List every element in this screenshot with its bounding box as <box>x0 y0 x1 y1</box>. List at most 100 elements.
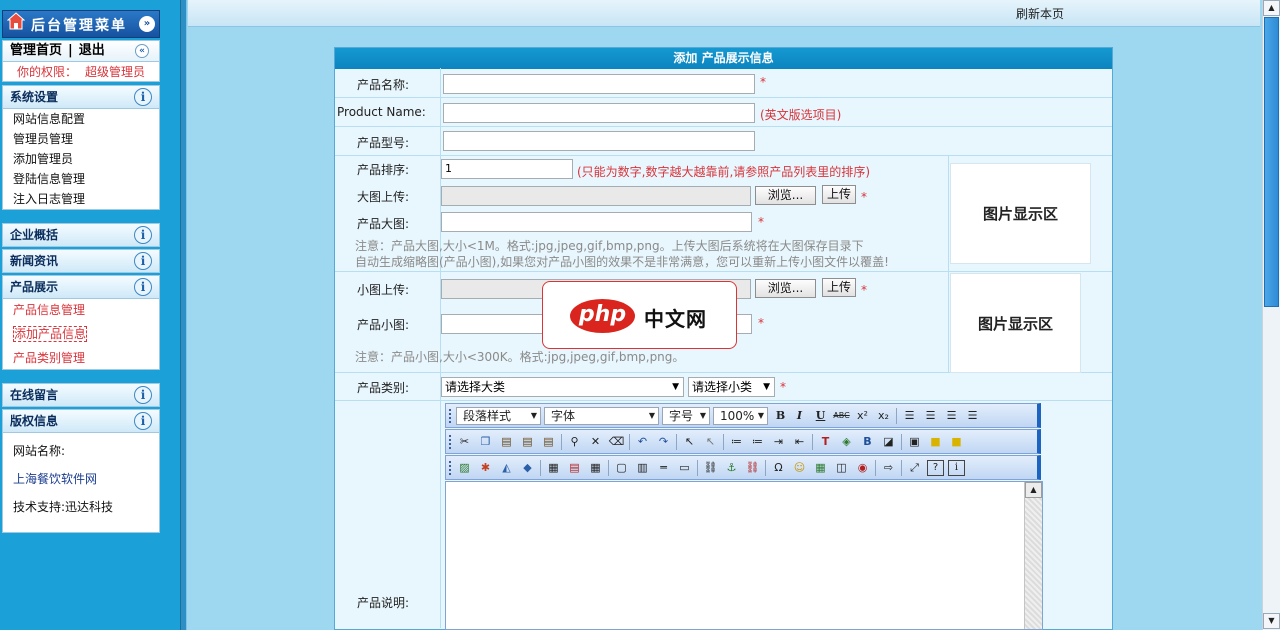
insert-file-icon[interactable]: ◆ <box>519 460 536 476</box>
menu-item-add-product[interactable]: 添加产品信息 <box>3 324 159 348</box>
page-scrollbar[interactable]: ▲ ▼ <box>1262 0 1280 630</box>
copy-icon[interactable]: ❐ <box>477 434 494 450</box>
menu-section-products[interactable]: 产品展示 i <box>2 275 160 299</box>
home-link[interactable]: 管理首页 <box>10 43 62 58</box>
outdent-icon[interactable]: ⇤ <box>791 434 808 450</box>
toolbar-grip[interactable] <box>449 435 452 449</box>
insert-excel-icon[interactable]: ▦ <box>812 460 829 476</box>
special-char-icon[interactable]: Ω <box>770 460 787 476</box>
sidebar-collapse-icon[interactable]: « <box>135 44 149 58</box>
about-icon[interactable]: i <box>948 460 965 476</box>
insert-date-icon[interactable]: ◫ <box>833 460 850 476</box>
product-name-input[interactable] <box>443 74 755 94</box>
menu-section-copyright[interactable]: 版权信息 i <box>2 409 160 433</box>
product-order-input[interactable]: 1 <box>441 159 573 179</box>
unlink-icon[interactable]: ⛓ <box>744 460 761 476</box>
insert-box-icon[interactable]: ■ <box>927 434 944 450</box>
smallimg-browse-button[interactable]: 浏览... <box>755 279 816 298</box>
insert-flash-icon[interactable]: ✱ <box>477 460 494 476</box>
menu-item-category-manage[interactable]: 产品类别管理 <box>3 348 159 368</box>
paste-icon[interactable]: ▤ <box>498 434 515 450</box>
import-icon[interactable]: ⇨ <box>880 460 897 476</box>
undo-icon[interactable]: ↶ <box>634 434 651 450</box>
help-icon[interactable]: ? <box>927 460 944 476</box>
info-icon[interactable]: i <box>134 386 152 404</box>
italic-icon[interactable]: I <box>791 408 808 424</box>
bg-color-icon[interactable]: ◈ <box>838 434 855 450</box>
menu-section-message[interactable]: 在线留言 i <box>2 383 160 407</box>
editor-content-area[interactable]: ▲ <box>445 481 1043 630</box>
underline-icon[interactable]: U <box>812 408 829 424</box>
menu-item-product-manage[interactable]: 产品信息管理 <box>3 300 159 324</box>
insert-media-icon[interactable]: ◭ <box>498 460 515 476</box>
marquee-icon[interactable]: ▭ <box>676 460 693 476</box>
info-icon[interactable]: i <box>134 278 152 296</box>
zoom-select[interactable]: 100% ▼ <box>713 407 768 425</box>
info-icon[interactable]: i <box>134 88 152 106</box>
bigimg-file-input[interactable] <box>441 186 751 206</box>
insert-frame-icon[interactable]: ▢ <box>613 460 630 476</box>
editor-scrollbar[interactable]: ▲ <box>1024 482 1042 629</box>
insert-image-icon[interactable]: ▨ <box>456 460 473 476</box>
scroll-up-icon[interactable]: ▲ <box>1025 482 1042 498</box>
menu-collapse-icon[interactable]: » <box>139 16 155 32</box>
menu-item-add-admin[interactable]: 添加管理员 <box>3 149 159 169</box>
strikethrough-icon[interactable]: ABC <box>833 408 850 424</box>
paragraph-style-select[interactable]: 段落样式 ▼ <box>456 407 541 425</box>
info-icon[interactable]: i <box>134 412 152 430</box>
bigimg-path-input[interactable] <box>441 212 752 232</box>
horizontal-rule-icon[interactable]: ═ <box>655 460 672 476</box>
menu-section-system[interactable]: 系统设置 i <box>2 85 160 109</box>
category-main-select[interactable]: 请选择大类 ▼ <box>441 377 684 397</box>
subscript-icon[interactable]: x₂ <box>875 408 892 424</box>
info-icon[interactable]: i <box>134 252 152 270</box>
paste-text-icon[interactable]: ▤ <box>519 434 536 450</box>
menu-item-site-config[interactable]: 网站信息配置 <box>3 109 159 129</box>
scroll-down-icon[interactable]: ▼ <box>1263 613 1280 629</box>
smallimg-upload-button[interactable]: 上传 <box>822 278 856 297</box>
align-left-icon[interactable]: ☰ <box>901 408 918 424</box>
fullscreen-icon[interactable]: ⤢ <box>906 460 923 476</box>
bold-icon[interactable]: B <box>772 408 789 424</box>
site-name-link[interactable]: 上海餐饮软件网 <box>3 469 159 497</box>
product-model-input[interactable] <box>443 131 755 151</box>
format-painter-icon[interactable]: ◪ <box>880 434 897 450</box>
bigimg-upload-button[interactable]: 上传 <box>822 185 856 204</box>
show-borders-icon[interactable]: ▣ <box>906 434 923 450</box>
text-color-icon[interactable]: T <box>817 434 834 450</box>
menu-item-admin-manage[interactable]: 管理员管理 <box>3 129 159 149</box>
menu-item-login-log[interactable]: 登陆信息管理 <box>3 169 159 189</box>
insert-time-icon[interactable]: ◉ <box>854 460 871 476</box>
menu-item-inject-log[interactable]: 注入日志管理 <box>3 189 159 209</box>
paste-word-icon[interactable]: ▤ <box>540 434 557 450</box>
highlight-icon[interactable]: B <box>859 434 876 450</box>
align-right-icon[interactable]: ☰ <box>943 408 960 424</box>
redo-icon[interactable]: ↷ <box>655 434 672 450</box>
product-en-name-input[interactable] <box>443 103 755 123</box>
menu-section-news[interactable]: 新闻资讯 i <box>2 249 160 273</box>
superscript-icon[interactable]: x² <box>854 408 871 424</box>
cut-icon[interactable]: ✂ <box>456 434 473 450</box>
font-select[interactable]: 字体 ▼ <box>544 407 659 425</box>
font-size-select[interactable]: 字号 ▼ <box>662 407 710 425</box>
table-row-icon[interactable]: ▤ <box>566 460 583 476</box>
eraser-icon[interactable]: ⌫ <box>608 434 625 450</box>
insert-link-icon[interactable]: ⛓ <box>702 460 719 476</box>
anchor-icon[interactable]: ⚓ <box>723 460 740 476</box>
align-center-icon[interactable]: ☰ <box>922 408 939 424</box>
insert-table-icon[interactable]: ▦ <box>545 460 562 476</box>
emoticon-icon[interactable]: ☺ <box>791 460 808 476</box>
table-cell-icon[interactable]: ▦ <box>587 460 604 476</box>
insert-layer-icon[interactable]: ■ <box>948 434 965 450</box>
refresh-link[interactable]: 刷新本页 <box>1016 5 1064 22</box>
unordered-list-icon[interactable]: ≔ <box>749 434 766 450</box>
bigimg-browse-button[interactable]: 浏览... <box>755 186 816 205</box>
align-justify-icon[interactable]: ☰ <box>964 408 981 424</box>
toolbar-grip[interactable] <box>449 461 452 475</box>
category-sub-select[interactable]: 请选择小类 ▼ <box>688 377 775 397</box>
select-pointer-icon[interactable]: ↖ <box>681 434 698 450</box>
find-icon[interactable]: ⚲ <box>566 434 583 450</box>
info-icon[interactable]: i <box>134 226 152 244</box>
indent-icon[interactable]: ⇥ <box>770 434 787 450</box>
logout-link[interactable]: 退出 <box>79 43 105 58</box>
